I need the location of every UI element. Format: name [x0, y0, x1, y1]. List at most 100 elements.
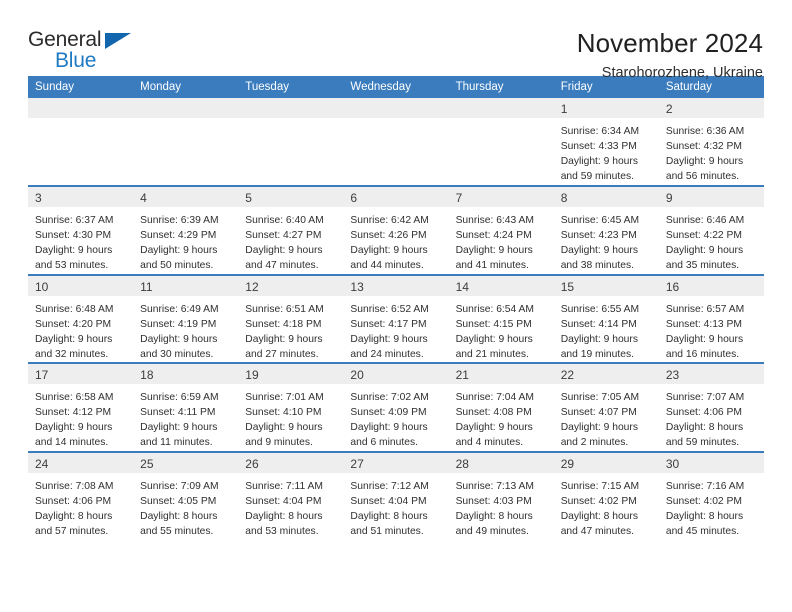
calendar-day-cell[interactable]: 8 Sunrise: 6:45 AM Sunset: 4:23 PM Daylight…	[553, 185, 659, 275]
daylight-text-line2: and 45 minutes.	[665, 525, 740, 537]
daylight-text-line2: and 47 minutes.	[560, 525, 634, 537]
day-details: Sunrise: 7:02 AM Sunset: 4:09 PM Daylight:…	[343, 384, 448, 451]
sunset-text: Sunset: 4:13 PM	[665, 318, 742, 330]
day-details: Sunrise: 7:04 AM Sunset: 4:08 PM Daylight:…	[449, 384, 554, 451]
daylight-text-line2: and 38 minutes.	[560, 260, 634, 272]
day-number: 1	[553, 98, 659, 118]
calendar-day-cell[interactable]: 5 Sunrise: 6:40 AM Sunset: 4:27 PM Daylight…	[238, 185, 344, 275]
daylight-text-line1: Daylight: 9 hours	[455, 422, 533, 434]
daylight-text-line1: Daylight: 9 hours	[140, 245, 218, 257]
day-number: 15	[553, 275, 659, 296]
day-details: Sunrise: 6:42 AM Sunset: 4:26 PM Daylight:…	[343, 207, 448, 274]
calendar-day-cell[interactable]: 9 Sunrise: 6:46 AM Sunset: 4:22 PM Daylight…	[658, 185, 764, 275]
day-details: Sunrise: 7:07 AM Sunset: 4:06 PM Daylight:…	[659, 384, 764, 451]
calendar-day-cell[interactable]: 27 Sunrise: 7:12 AM Sunset: 4:04 PM Dayligh…	[343, 450, 449, 540]
calendar-day-cell[interactable]: 15 Sunrise: 6:55 AM Sunset: 4:14 PM Dayligh…	[553, 273, 659, 363]
day-number: 30	[658, 452, 764, 473]
day-number: 24	[28, 452, 134, 473]
weekday-header-tuesday: Tuesday	[238, 76, 344, 98]
sunrise-text: Sunrise: 6:46 AM	[665, 215, 745, 226]
daylight-text-line2: and 59 minutes.	[665, 437, 740, 449]
sunset-text: Sunset: 4:17 PM	[350, 318, 427, 330]
calendar-day-cell[interactable]: 18 Sunrise: 6:59 AM Sunset: 4:11 PM Dayligh…	[133, 362, 239, 452]
day-details: Sunrise: 6:49 AM Sunset: 4:19 PM Daylight:…	[133, 296, 238, 363]
calendar-day-cell[interactable]: 7 Sunrise: 6:43 AM Sunset: 4:24 PM Daylight…	[448, 185, 554, 275]
sunrise-text: Sunrise: 6:51 AM	[245, 303, 324, 315]
sunrise-text: Sunrise: 6:43 AM	[455, 215, 534, 226]
calendar-day-cell[interactable]: 14 Sunrise: 6:54 AM Sunset: 4:15 PM Dayligh…	[448, 273, 554, 363]
sunrise-text: Sunrise: 6:48 AM	[35, 303, 114, 315]
calendar-day-cell[interactable]: 13 Sunrise: 6:52 AM Sunset: 4:17 PM Dayligh…	[343, 273, 449, 363]
day-number: 8	[553, 187, 659, 207]
sunset-text: Sunset: 4:27 PM	[245, 230, 322, 242]
sunrise-text: Sunrise: 7:13 AM	[455, 480, 534, 492]
calendar-day-cell-empty	[133, 98, 239, 186]
calendar-day-cell[interactable]: 28 Sunrise: 7:13 AM Sunset: 4:03 PM Dayligh…	[448, 450, 554, 540]
daylight-text-line1: Daylight: 9 hours	[665, 333, 744, 345]
day-number: 18	[133, 364, 239, 384]
calendar-day-cell[interactable]: 21 Sunrise: 7:04 AM Sunset: 4:08 PM Dayligh…	[448, 362, 554, 452]
day-number: 22	[553, 364, 659, 384]
calendar-day-cell-empty	[238, 98, 344, 186]
sunrise-text: Sunrise: 6:55 AM	[560, 303, 640, 315]
sunrise-text: Sunrise: 6:49 AM	[140, 303, 219, 315]
sunrise-text: Sunrise: 7:08 AM	[35, 480, 114, 492]
sunrise-text: Sunrise: 7:07 AM	[665, 392, 745, 403]
day-number: 3	[28, 187, 134, 207]
sunrise-text: Sunrise: 7:05 AM	[560, 392, 640, 403]
sunset-text: Sunset: 4:24 PM	[455, 230, 532, 242]
daylight-text-line2: and 47 minutes.	[245, 260, 319, 272]
calendar-day-cell-empty	[343, 98, 449, 186]
daylight-text-line2: and 51 minutes.	[350, 525, 424, 537]
day-number: 2	[658, 98, 764, 118]
day-number: 28	[448, 452, 554, 473]
calendar-day-cell[interactable]: 22 Sunrise: 7:05 AM Sunset: 4:07 PM Dayligh…	[553, 362, 659, 452]
calendar-day-cell-empty	[28, 98, 134, 186]
day-details: Sunrise: 6:36 AM Sunset: 4:32 PM Daylight:…	[659, 118, 764, 185]
daylight-text-line1: Daylight: 9 hours	[665, 245, 744, 257]
calendar-day-cell[interactable]: 10 Sunrise: 6:48 AM Sunset: 4:20 PM Dayligh…	[28, 273, 134, 363]
calendar-week-row: 1 Sunrise: 6:34 AM Sunset: 4:33 PM Daylight…	[28, 98, 764, 186]
sunset-text: Sunset: 4:32 PM	[665, 141, 742, 153]
sunrise-text: Sunrise: 6:42 AM	[350, 215, 429, 226]
sunrise-text: Sunrise: 7:01 AM	[245, 392, 324, 403]
calendar-day-cell[interactable]: 3 Sunrise: 6:37 AM Sunset: 4:30 PM Daylight…	[28, 185, 134, 275]
daylight-text-line1: Daylight: 9 hours	[35, 333, 113, 345]
calendar-day-cell[interactable]: 4 Sunrise: 6:39 AM Sunset: 4:29 PM Daylight…	[133, 185, 239, 275]
sunset-text: Sunset: 4:30 PM	[35, 230, 112, 242]
calendar-day-cell[interactable]: 17 Sunrise: 6:58 AM Sunset: 4:12 PM Dayligh…	[28, 362, 134, 452]
daylight-text-line1: Daylight: 9 hours	[245, 422, 323, 434]
daylight-text-line1: Daylight: 9 hours	[140, 422, 218, 434]
daylight-text-line2: and 56 minutes.	[665, 171, 740, 183]
calendar-day-cell[interactable]: 16 Sunrise: 6:57 AM Sunset: 4:13 PM Dayligh…	[658, 273, 764, 363]
calendar-day-cell[interactable]: 2 Sunrise: 6:36 AM Sunset: 4:32 PM Daylight…	[658, 98, 764, 186]
calendar-day-cell[interactable]: 6 Sunrise: 6:42 AM Sunset: 4:26 PM Daylight…	[343, 185, 449, 275]
calendar-day-cell[interactable]: 11 Sunrise: 6:49 AM Sunset: 4:19 PM Dayligh…	[133, 273, 239, 363]
sunrise-text: Sunrise: 6:37 AM	[35, 215, 114, 226]
day-number: 11	[133, 275, 239, 296]
calendar-day-cell[interactable]: 1 Sunrise: 6:34 AM Sunset: 4:33 PM Daylight…	[553, 98, 659, 186]
daylight-text-line1: Daylight: 8 hours	[455, 510, 533, 522]
calendar-day-cell[interactable]: 29 Sunrise: 7:15 AM Sunset: 4:02 PM Dayligh…	[553, 450, 659, 540]
sunrise-text: Sunrise: 6:52 AM	[350, 303, 429, 315]
day-details: Sunrise: 6:59 AM Sunset: 4:11 PM Daylight:…	[133, 384, 238, 451]
daylight-text-line2: and 53 minutes.	[35, 260, 109, 272]
day-number	[133, 98, 239, 118]
calendar-day-cell[interactable]: 24 Sunrise: 7:08 AM Sunset: 4:06 PM Dayligh…	[28, 450, 134, 540]
calendar-day-cell[interactable]: 25 Sunrise: 7:09 AM Sunset: 4:05 PM Dayligh…	[133, 450, 239, 540]
calendar-day-cell[interactable]: 12 Sunrise: 6:51 AM Sunset: 4:18 PM Dayligh…	[238, 273, 344, 363]
daylight-text-line1: Daylight: 9 hours	[350, 245, 428, 257]
sunset-text: Sunset: 4:04 PM	[350, 495, 427, 507]
calendar-day-cell[interactable]: 20 Sunrise: 7:02 AM Sunset: 4:09 PM Dayligh…	[343, 362, 449, 452]
sunset-text: Sunset: 4:09 PM	[350, 407, 427, 419]
calendar-day-cell[interactable]: 30 Sunrise: 7:16 AM Sunset: 4:02 PM Dayligh…	[658, 450, 764, 540]
sunrise-text: Sunrise: 6:45 AM	[560, 215, 640, 226]
daylight-text-line2: and 21 minutes.	[455, 348, 529, 360]
brand-logo[interactable]: General Blue	[28, 29, 148, 77]
calendar-day-cell[interactable]: 19 Sunrise: 7:01 AM Sunset: 4:10 PM Dayligh…	[238, 362, 344, 452]
daylight-text-line2: and 35 minutes.	[665, 260, 740, 272]
day-number: 27	[343, 452, 449, 473]
calendar-day-cell[interactable]: 23 Sunrise: 7:07 AM Sunset: 4:06 PM Dayligh…	[658, 362, 764, 452]
calendar-day-cell[interactable]: 26 Sunrise: 7:11 AM Sunset: 4:04 PM Dayligh…	[238, 450, 344, 540]
sunset-text: Sunset: 4:33 PM	[560, 141, 637, 153]
